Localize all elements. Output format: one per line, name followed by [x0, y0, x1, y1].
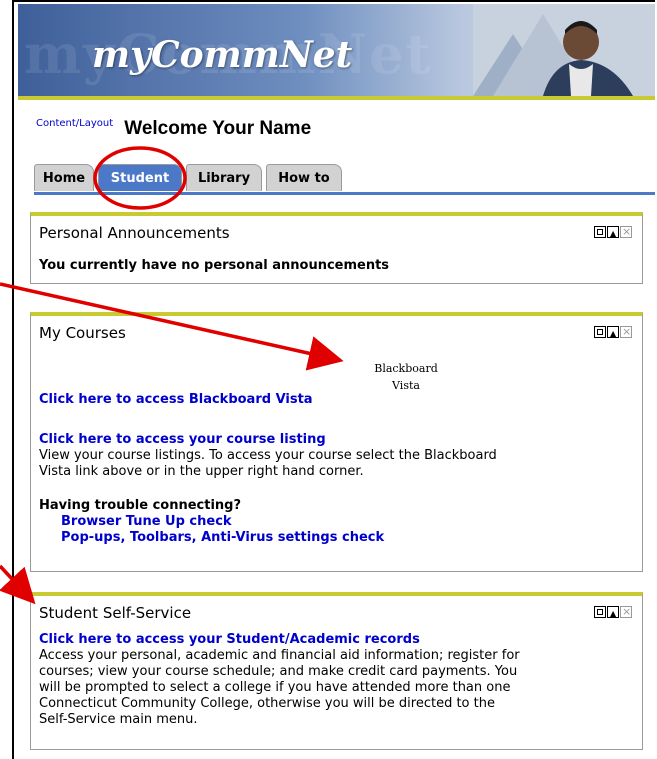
maximize-icon[interactable]	[594, 326, 606, 338]
content-layout-link[interactable]: Content/Layout	[36, 118, 113, 129]
minimize-icon[interactable]: ▲	[607, 326, 619, 338]
tab-student[interactable]: Student	[98, 164, 182, 191]
minimize-icon[interactable]: ▲	[607, 226, 619, 238]
tab-underline	[34, 192, 655, 195]
header-banner: myCommNet myCommNet	[18, 4, 655, 96]
welcome-row: Content/Layout Welcome Your Name	[36, 118, 311, 140]
course-listing-desc-2: Vista link above or in the upper right h…	[39, 464, 364, 479]
self-service-portlet: Student Self-Service ▲ × Click here to a…	[30, 592, 643, 750]
maximize-icon[interactable]	[594, 226, 606, 238]
blackboard-vista-link[interactable]: Click here to access Blackboard Vista	[39, 392, 313, 408]
minimize-icon[interactable]: ▲	[607, 606, 619, 618]
close-icon[interactable]: ×	[620, 225, 632, 238]
course-listing-link[interactable]: Click here to access your course listing	[39, 432, 326, 448]
popups-settings-link[interactable]: Pop-ups, Toolbars, Anti-Virus settings c…	[61, 530, 384, 546]
portlet-controls: ▲ ×	[594, 325, 632, 338]
site-logo[interactable]: myCommNet	[92, 34, 352, 76]
tab-how-to[interactable]: How to	[266, 164, 342, 191]
student-photo-icon	[473, 4, 655, 96]
announcements-portlet: Personal Announcements ▲ × You currently…	[30, 212, 643, 284]
course-listing-desc-1: View your course listings. To access you…	[39, 448, 497, 463]
close-icon[interactable]: ×	[620, 605, 632, 618]
tab-home[interactable]: Home	[34, 164, 94, 191]
welcome-greeting: Welcome Your Name	[124, 118, 312, 139]
portlet-controls: ▲ ×	[594, 225, 632, 238]
self-service-desc-line: courses; view your course schedule; and …	[39, 664, 518, 679]
academic-records-link[interactable]: Click here to access your Student/Academ…	[39, 632, 420, 648]
self-service-desc-line: will be prompted to select a college if …	[39, 680, 511, 695]
trouble-heading: Having trouble connecting?	[39, 498, 242, 513]
maximize-icon[interactable]	[594, 606, 606, 618]
portlet-controls: ▲ ×	[594, 605, 632, 618]
self-service-desc-line: Connecticut Community College, otherwise…	[39, 696, 495, 711]
announcements-title: Personal Announcements	[39, 224, 230, 242]
self-service-desc-line: Self-Service main menu.	[39, 712, 198, 727]
announcements-message: You currently have no personal announcem…	[39, 258, 390, 273]
browser-tune-up-link[interactable]: Browser Tune Up check	[61, 514, 232, 530]
my-courses-portlet: My Courses ▲ × Blackboard Vista Click he…	[30, 312, 643, 572]
header-underline	[18, 96, 655, 100]
my-courses-title: My Courses	[39, 324, 126, 342]
tab-library[interactable]: Library	[186, 164, 262, 191]
self-service-title: Student Self-Service	[39, 604, 192, 622]
blackboard-vista-image[interactable]: Blackboard Vista	[366, 360, 446, 394]
self-service-desc-line: Access your personal, academic and finan…	[39, 648, 520, 663]
close-icon[interactable]: ×	[620, 325, 632, 338]
